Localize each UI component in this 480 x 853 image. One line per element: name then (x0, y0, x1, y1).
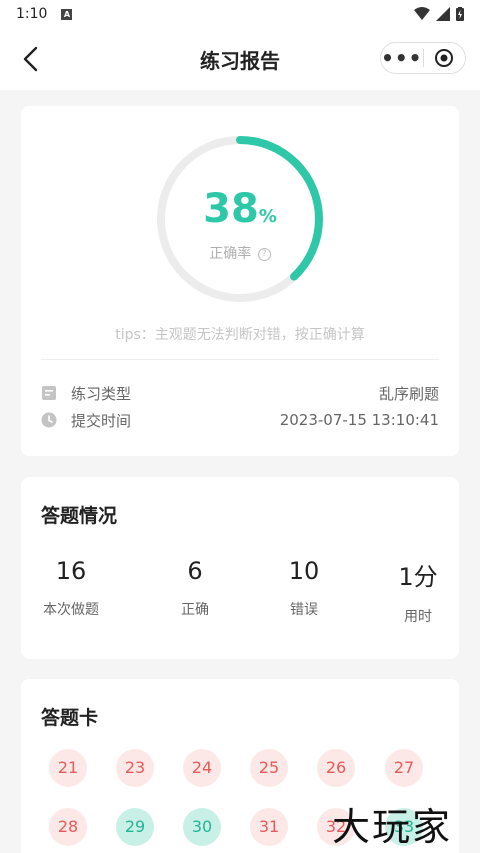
wifi-icon (414, 7, 430, 20)
stat-total: 16 本次做题 (21, 557, 121, 619)
accuracy-card: 38% 正确率 ? tips：主观题无法判断对错，按正确计算 练习类型 乱序刷题… (21, 106, 459, 456)
answer-summary-card: 答题情况 16 本次做题 6 正确 10 错误 1分 用时 (21, 477, 459, 659)
stat-wrong: 10 错误 (254, 557, 354, 619)
accuracy-label: 正确率 ? (21, 243, 459, 263)
watermark-text: 大玩家 (332, 805, 453, 849)
answer-item-29[interactable]: 29 (116, 808, 154, 846)
submit-time-label: 提交时间 (71, 411, 132, 430)
battery-icon (456, 7, 464, 21)
practice-type-row: 练习类型 乱序刷题 (41, 381, 439, 405)
stat-value: 6 (187, 557, 203, 585)
summary-title: 答题情况 (41, 505, 118, 527)
stat-label: 正确 (181, 602, 209, 618)
stat-value: 1分 (398, 563, 438, 591)
answer-item-25[interactable]: 25 (250, 749, 288, 787)
stat-label: 本次做题 (43, 602, 99, 618)
answer-item-31[interactable]: 31 (250, 808, 288, 846)
target-icon (435, 49, 454, 67)
stat-value: 10 (288, 557, 320, 585)
accuracy-value: 38% (21, 186, 459, 232)
status-bar: 1:10 A (0, 0, 480, 28)
close-button[interactable] (424, 48, 466, 68)
answer-item-28[interactable]: 28 (49, 808, 87, 846)
practice-type-value: 乱序刷题 (378, 384, 439, 403)
stat-time-used: 1分 用时 (368, 557, 468, 626)
document-icon (42, 386, 56, 400)
notification-icon: A (61, 8, 73, 20)
accuracy-label-text: 正确率 (209, 246, 252, 262)
answer-item-21[interactable]: 21 (49, 749, 87, 787)
nav-bar: 练习报告 ••• (0, 28, 480, 90)
status-icons (414, 7, 464, 21)
answer-card-title: 答题卡 (41, 707, 99, 729)
answer-item-26[interactable]: 26 (317, 749, 355, 787)
clock-icon (41, 412, 57, 428)
answer-item-30[interactable]: 30 (183, 808, 221, 846)
practice-type-label: 练习类型 (71, 384, 132, 403)
answer-item-23[interactable]: 23 (116, 749, 154, 787)
more-button[interactable]: ••• (381, 48, 423, 68)
stat-label: 用时 (404, 609, 432, 625)
divider (41, 359, 439, 360)
back-arrow-icon[interactable] (18, 44, 48, 74)
answer-item-27[interactable]: 27 (385, 749, 423, 787)
answer-item-24[interactable]: 24 (183, 749, 221, 787)
tips-text: tips：主观题无法判断对错，按正确计算 (115, 327, 365, 343)
help-icon[interactable]: ? (257, 247, 271, 261)
stat-label: 错误 (290, 602, 318, 618)
accuracy-percent-sign: % (258, 206, 277, 227)
stat-correct: 6 正确 (145, 557, 245, 619)
signal-icon (436, 7, 450, 21)
submit-time-row: 提交时间 2023-07-15 13:10:41 (41, 408, 439, 432)
submit-time-value: 2023-07-15 13:10:41 (279, 411, 439, 429)
stat-value: 16 (55, 557, 87, 585)
accuracy-number: 38 (203, 186, 259, 232)
mini-program-capsule: ••• (380, 42, 466, 74)
status-time: 1:10 (16, 6, 48, 22)
